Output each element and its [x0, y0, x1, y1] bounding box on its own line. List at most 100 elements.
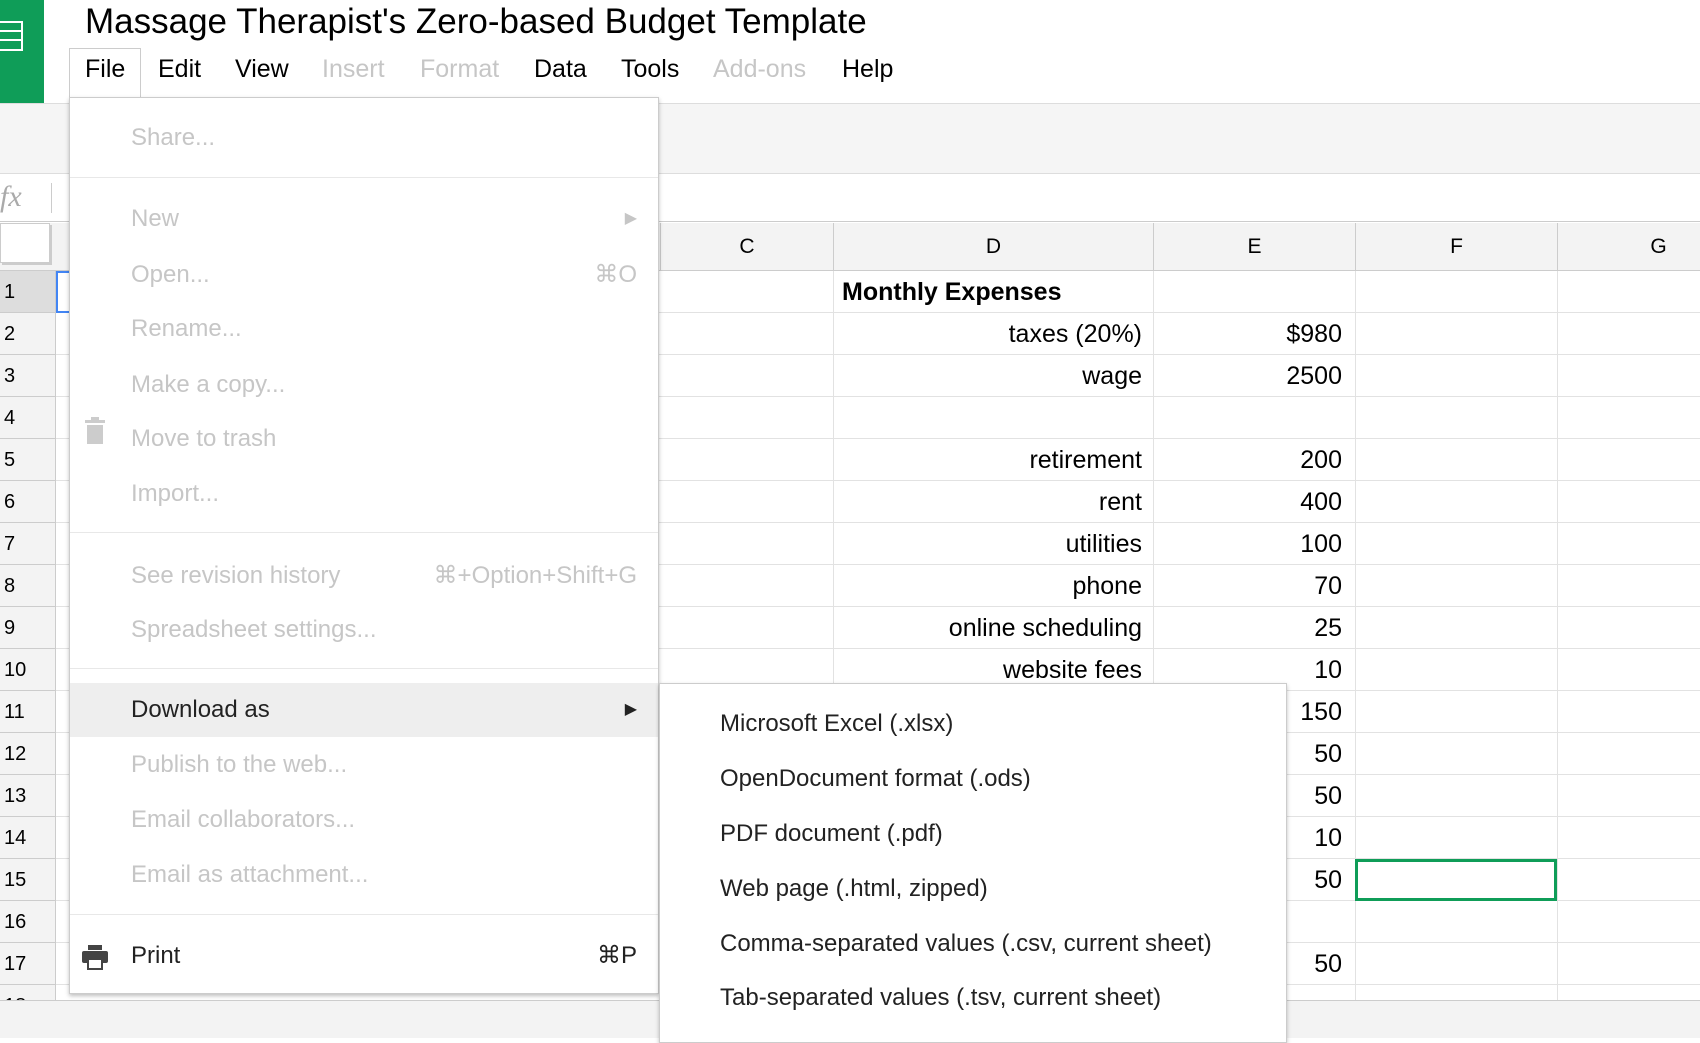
download-tsv[interactable]: Tab-separated values (.tsv, current shee…: [720, 973, 1161, 1023]
cell-e6[interactable]: 400: [1153, 481, 1350, 523]
column-header-g[interactable]: G: [1557, 223, 1700, 271]
cell-d6[interactable]: rent: [834, 481, 1148, 523]
row-header-5[interactable]: 5: [0, 439, 56, 481]
cell-d8[interactable]: phone: [834, 565, 1148, 607]
row-header-14[interactable]: 14: [0, 817, 56, 859]
label: Move to trash: [131, 425, 277, 452]
download-as-submenu: Microsoft Excel (.xlsx) OpenDocument for…: [659, 683, 1287, 1043]
download-xlsx[interactable]: Microsoft Excel (.xlsx): [720, 699, 953, 749]
label: See revision history: [131, 562, 341, 589]
menu-format[interactable]: Format: [420, 55, 499, 84]
row-header-12[interactable]: 12: [0, 733, 56, 775]
menu-separator: [70, 914, 658, 915]
row-header-16[interactable]: 16: [0, 901, 56, 943]
menu-item-import[interactable]: Import...: [70, 469, 658, 519]
fx-icon: fx: [0, 180, 22, 213]
menu-separator: [70, 177, 658, 178]
column-header-c[interactable]: C: [660, 223, 833, 271]
submenu-arrow-icon: ▶: [624, 701, 637, 718]
menu-item-publish[interactable]: Publish to the web...: [70, 740, 658, 790]
menu-item-share[interactable]: Share...: [70, 113, 658, 163]
cell-a1-border[interactable]: [56, 271, 70, 313]
label: Make a copy...: [131, 371, 286, 398]
row-header-10[interactable]: 10: [0, 649, 56, 691]
menu-edit[interactable]: Edit: [158, 55, 201, 84]
label: New: [131, 205, 180, 232]
menu-addons[interactable]: Add-ons: [713, 55, 806, 84]
column-header-f[interactable]: F: [1355, 223, 1557, 271]
download-ods[interactable]: OpenDocument format (.ods): [720, 754, 1031, 804]
menu-item-spreadsheet-settings[interactable]: Spreadsheet settings...: [70, 605, 658, 655]
menu-item-move-to-trash[interactable]: Move to trash: [70, 414, 658, 464]
row-header-11[interactable]: 11: [0, 691, 56, 733]
cell-d4[interactable]: [834, 397, 1148, 439]
menu-insert[interactable]: Insert: [322, 55, 385, 84]
row-header-3[interactable]: 3: [0, 355, 56, 397]
row-header-4[interactable]: 4: [0, 397, 56, 439]
row-header-2[interactable]: 2: [0, 313, 56, 355]
row-header-1[interactable]: 1: [0, 271, 56, 313]
cell-e8[interactable]: 70: [1153, 565, 1350, 607]
label: Open...: [131, 261, 210, 288]
cell-e9[interactable]: 25: [1153, 607, 1350, 649]
menu-item-revision-history[interactable]: See revision history ⌘+Option+Shift+G: [70, 551, 658, 601]
trash-icon: [80, 414, 110, 464]
download-pdf[interactable]: PDF document (.pdf): [720, 809, 943, 859]
menu-item-new[interactable]: New ▶: [70, 194, 658, 244]
column-header-d[interactable]: D: [833, 223, 1153, 271]
printer-icon: [80, 931, 110, 981]
cell-e2[interactable]: $980: [1153, 313, 1350, 355]
menu-separator: [70, 668, 658, 669]
label: Import...: [131, 480, 220, 507]
sheets-icon: [0, 21, 23, 51]
cell-d2[interactable]: taxes (20%): [834, 313, 1148, 355]
cell-d1[interactable]: Monthly Expenses: [834, 271, 1148, 313]
row-header-13[interactable]: 13: [0, 775, 56, 817]
sheets-logo[interactable]: [0, 0, 44, 103]
row-header-17[interactable]: 17: [0, 943, 56, 985]
row-header-15[interactable]: 15: [0, 859, 56, 901]
label: Download as: [131, 696, 270, 723]
menu-data[interactable]: Data: [534, 55, 587, 84]
cell-e7[interactable]: 100: [1153, 523, 1350, 565]
shortcut: ⌘P: [596, 942, 637, 969]
menu-item-download-as[interactable]: Download as ▶: [70, 683, 658, 737]
cell-d5[interactable]: retirement: [834, 439, 1148, 481]
row-header-18[interactable]: 18: [0, 985, 56, 1001]
document-title[interactable]: Massage Therapist's Zero-based Budget Te…: [85, 2, 867, 42]
cell-e3[interactable]: 2500: [1153, 355, 1350, 397]
row-header-7[interactable]: 7: [0, 523, 56, 565]
cell-d9[interactable]: online scheduling: [834, 607, 1148, 649]
formula-divider: [51, 183, 52, 213]
row-header-6[interactable]: 6: [0, 481, 56, 523]
menu-item-print[interactable]: Print ⌘P: [70, 931, 658, 981]
label: Email as attachment...: [131, 861, 369, 888]
row-header-9[interactable]: 9: [0, 607, 56, 649]
selected-cell-f15[interactable]: [1355, 859, 1557, 901]
cell-d3[interactable]: wage: [834, 355, 1148, 397]
cell-d7[interactable]: utilities: [834, 523, 1148, 565]
download-html[interactable]: Web page (.html, zipped): [720, 864, 988, 914]
label: Rename...: [131, 315, 242, 342]
row-header-8[interactable]: 8: [0, 565, 56, 607]
shortcut: ⌘O: [594, 261, 637, 288]
menu-separator: [70, 532, 658, 533]
cell-e5[interactable]: 200: [1153, 439, 1350, 481]
menu-item-rename[interactable]: Rename...: [70, 304, 658, 354]
cell-e1[interactable]: [1153, 271, 1350, 313]
cell-e4[interactable]: [1153, 397, 1350, 439]
menu-help[interactable]: Help: [842, 55, 893, 84]
menu-file[interactable]: File: [85, 55, 125, 84]
select-all-corner[interactable]: [0, 223, 50, 263]
submenu-arrow-icon: ▶: [624, 210, 637, 227]
label: Email collaborators...: [131, 806, 356, 833]
menu-item-open[interactable]: Open... ⌘O: [70, 250, 658, 300]
label: Spreadsheet settings...: [131, 616, 377, 643]
column-header-e[interactable]: E: [1153, 223, 1355, 271]
menu-tools[interactable]: Tools: [621, 55, 679, 84]
download-csv[interactable]: Comma-separated values (.csv, current sh…: [720, 919, 1212, 969]
menu-item-email-collaborators[interactable]: Email collaborators...: [70, 795, 658, 845]
menu-view[interactable]: View: [235, 55, 289, 84]
menu-item-make-copy[interactable]: Make a copy...: [70, 360, 658, 410]
menu-item-email-attachment[interactable]: Email as attachment...: [70, 850, 658, 900]
